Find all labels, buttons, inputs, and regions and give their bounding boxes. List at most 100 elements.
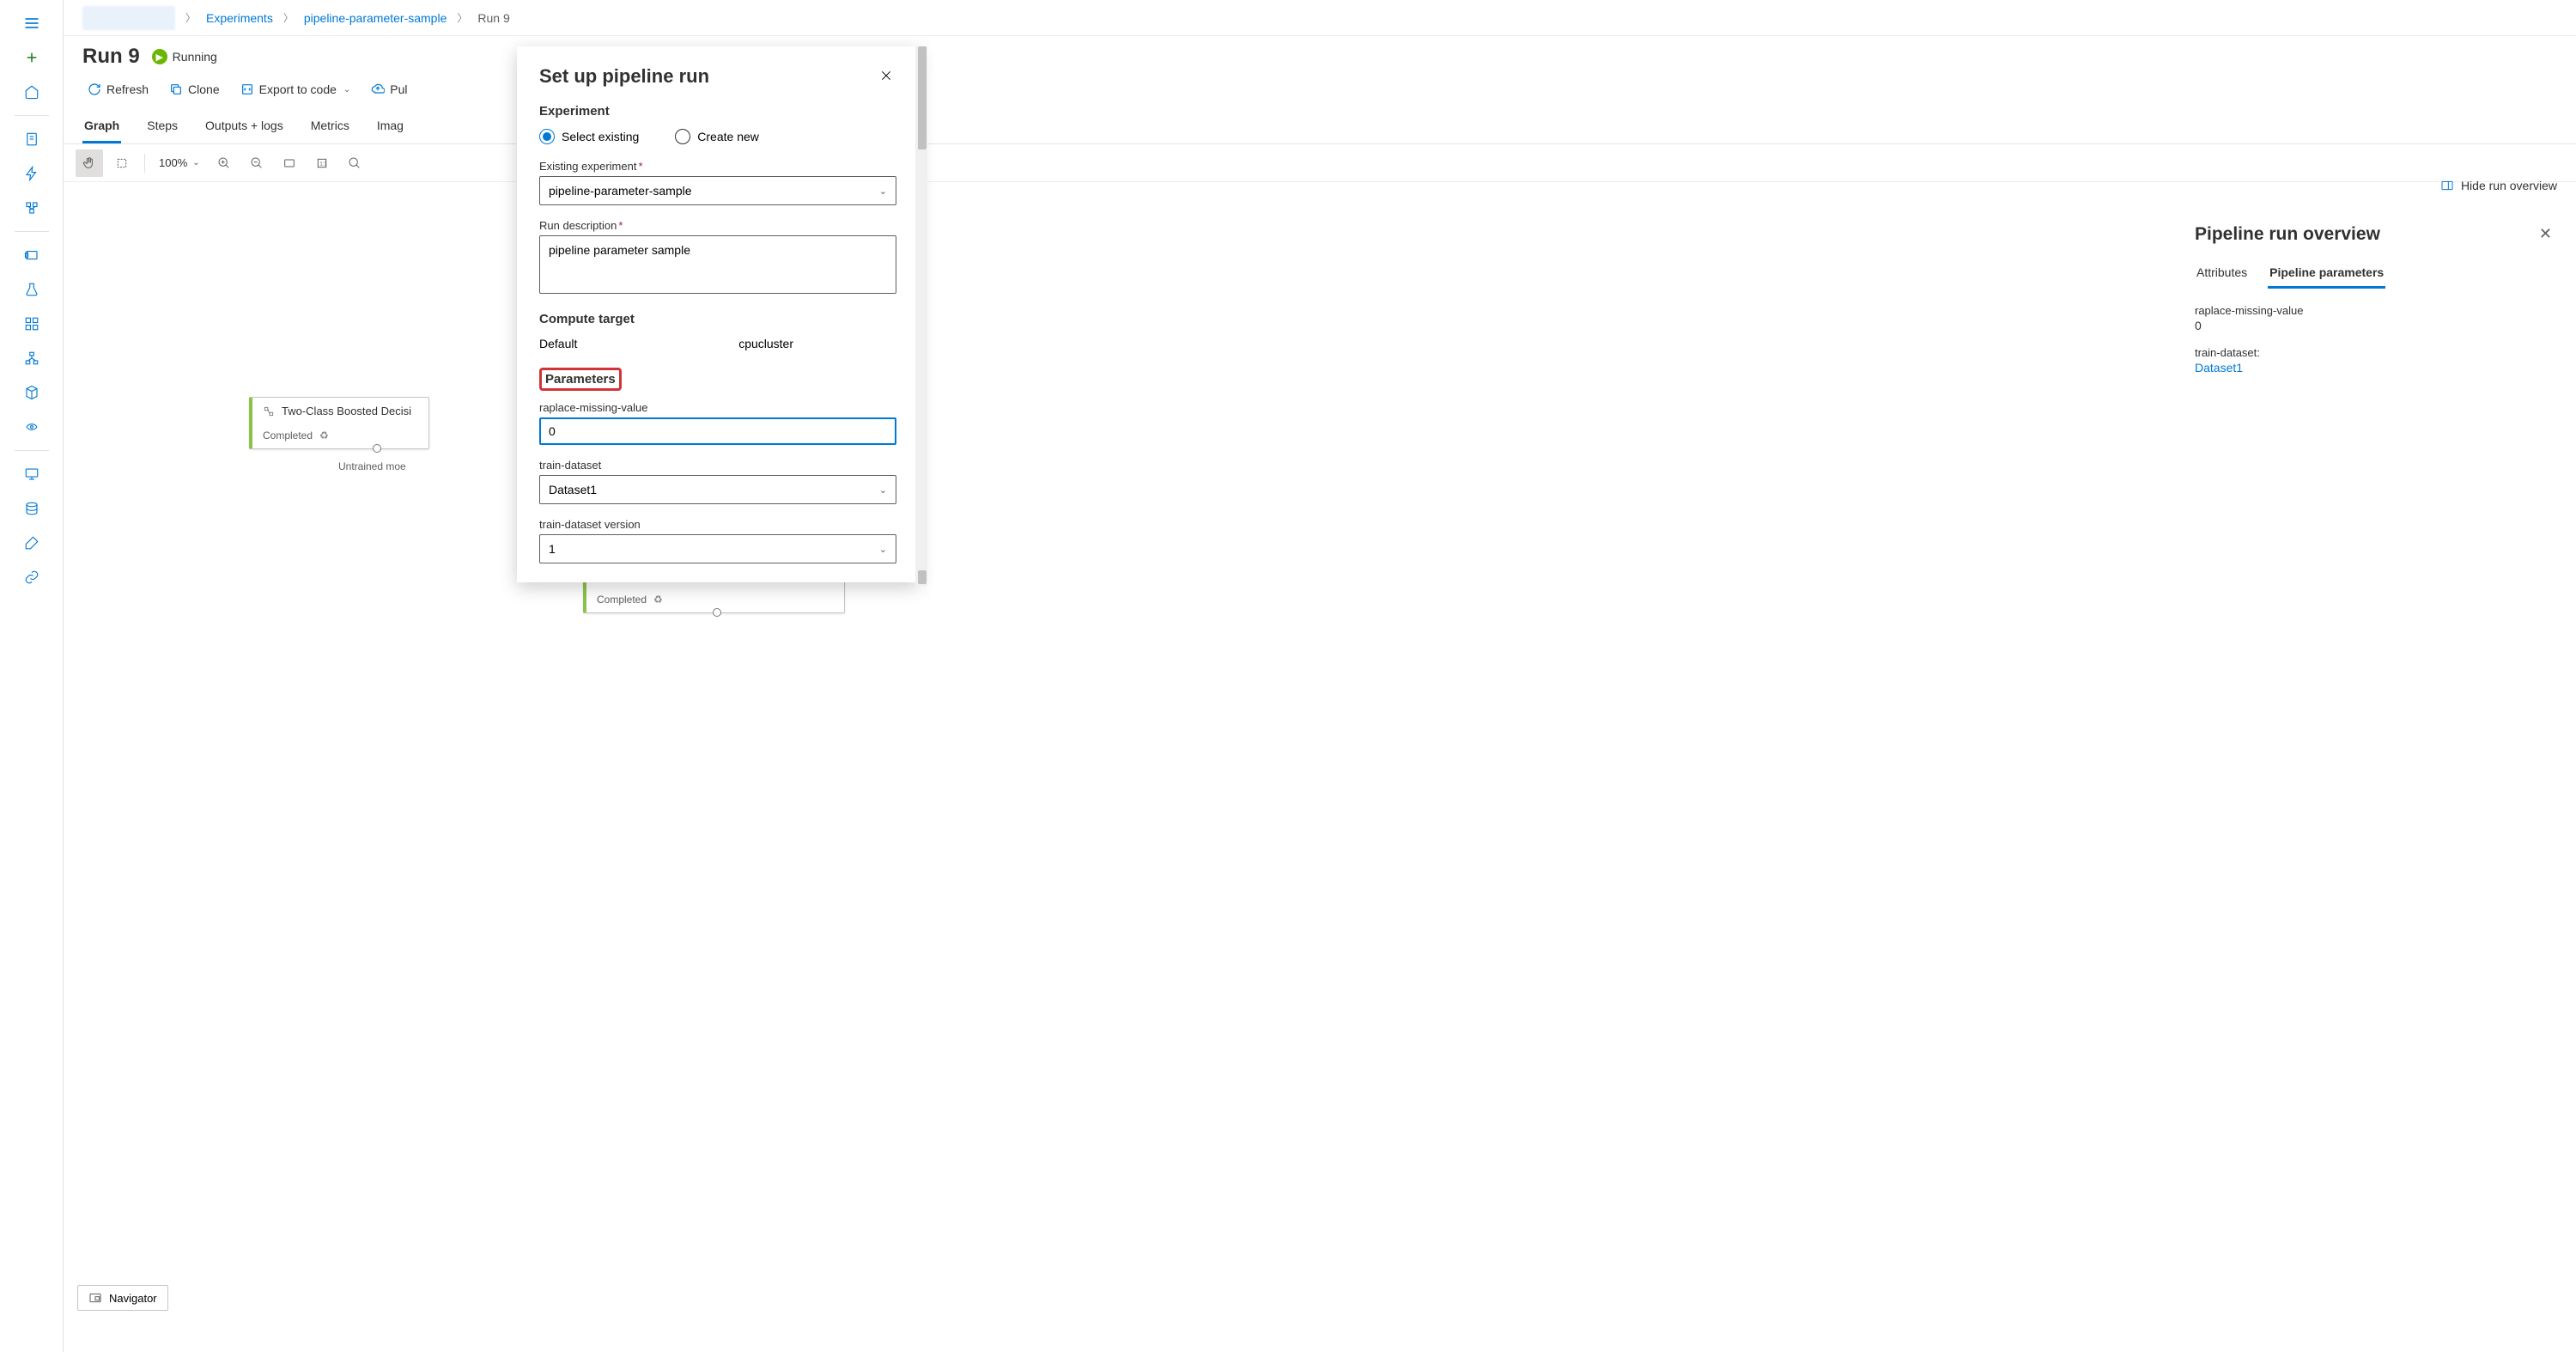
breadcrumb-experiments[interactable]: Experiments <box>206 11 273 25</box>
svg-text:1:1: 1:1 <box>319 161 327 167</box>
action-toolbar: Refresh Clone Export to code ⌄ Pul <box>64 74 2576 110</box>
export-button[interactable]: Export to code ⌄ <box>232 77 360 101</box>
radio-create-new[interactable]: Create new <box>675 129 759 144</box>
publish-button[interactable]: Pul <box>362 77 416 101</box>
param-value: 0 <box>2195 319 2559 332</box>
setup-pipeline-modal: Set up pipeline run Experiment Select ex… <box>517 46 919 582</box>
param-value-link[interactable]: Dataset1 <box>2195 361 2559 375</box>
section-parameters-highlighted: Parameters <box>539 368 622 391</box>
recycle-icon: ♻ <box>653 594 663 606</box>
compute-name: cpucluster <box>738 337 793 350</box>
output-port[interactable] <box>373 444 381 453</box>
param-dataset-label: train-dataset <box>539 459 896 472</box>
tab-pipeline-params[interactable]: Pipeline parameters <box>2268 259 2385 289</box>
search-canvas-icon[interactable] <box>341 149 368 177</box>
module-status-text: Completed <box>597 594 647 606</box>
page-title: Run 9 <box>82 45 140 69</box>
endpoints-icon[interactable] <box>13 411 51 443</box>
add-icon[interactable] <box>13 41 51 74</box>
section-compute: Compute target <box>539 312 896 326</box>
close-modal-button[interactable] <box>876 65 896 88</box>
module-node[interactable]: Two-Class Boosted Decisi Completed ♻ <box>249 397 429 449</box>
automl-icon[interactable] <box>13 157 51 190</box>
param-label: train-dataset: <box>2195 346 2559 359</box>
chevron-down-icon: ⌄ <box>879 484 887 496</box>
pan-tool-icon[interactable] <box>76 149 103 177</box>
modal-title: Set up pipeline run <box>539 65 709 88</box>
title-row: Run 9 ▶ Running <box>64 36 2576 74</box>
section-experiment: Experiment <box>539 104 896 119</box>
chevron-right-icon: 〉 <box>185 10 196 25</box>
chevron-down-icon: ⌄ <box>879 544 887 555</box>
running-icon: ▶ <box>152 49 167 64</box>
tab-images[interactable]: Imag <box>375 110 405 143</box>
models-icon[interactable] <box>13 376 51 409</box>
tab-graph[interactable]: Graph <box>82 110 121 143</box>
description-label: Run description* <box>539 219 896 232</box>
tree-icon[interactable] <box>13 342 51 375</box>
chevron-right-icon: 〉 <box>457 10 467 25</box>
chevron-down-icon: ⌄ <box>192 158 199 167</box>
main-content: 〉 Experiments 〉 pipeline-parameter-sampl… <box>64 0 2576 1352</box>
pipelines-icon[interactable] <box>13 308 51 340</box>
notebooks-icon[interactable] <box>13 123 51 155</box>
labeling-icon[interactable] <box>13 527 51 559</box>
chevron-down-icon: ⌄ <box>343 85 350 94</box>
modal-scrollbar[interactable] <box>915 46 927 586</box>
left-sidebar <box>0 0 64 1352</box>
navigator-toggle[interactable]: Navigator <box>77 1285 168 1311</box>
tab-attributes[interactable]: Attributes <box>2195 259 2249 289</box>
tab-metrics[interactable]: Metrics <box>309 110 351 143</box>
breadcrumb-workspace[interactable] <box>82 6 175 30</box>
breadcrumb-pipeline[interactable]: pipeline-parameter-sample <box>304 11 447 25</box>
module-icon <box>263 405 275 417</box>
panel-title: Pipeline run overview <box>2195 224 2380 245</box>
module-status-text: Completed <box>263 429 313 442</box>
param-version-select[interactable]: 1 ⌄ <box>539 534 896 563</box>
canvas-toolbar: 100% ⌄ 1:1 <box>64 144 2576 182</box>
breadcrumb: 〉 Experiments 〉 pipeline-parameter-sampl… <box>64 0 2576 36</box>
recycle-icon: ♻ <box>319 429 329 442</box>
radio-icon <box>539 129 555 144</box>
existing-experiment-label: Existing experiment* <box>539 160 896 173</box>
breadcrumb-current: Run 9 <box>477 11 509 25</box>
fit-screen-icon[interactable] <box>276 149 303 177</box>
zoom-in-icon[interactable] <box>210 149 238 177</box>
compute-icon[interactable] <box>13 458 51 490</box>
experiments-icon[interactable] <box>13 273 51 306</box>
refresh-button[interactable]: Refresh <box>79 77 157 101</box>
designer-icon[interactable] <box>13 192 51 224</box>
tab-steps[interactable]: Steps <box>145 110 179 143</box>
datastores-icon[interactable] <box>13 492 51 525</box>
param-label: raplace-missing-value <box>2195 304 2559 317</box>
status-text: Running <box>173 50 217 64</box>
chevron-right-icon: 〉 <box>283 10 294 25</box>
link-icon[interactable] <box>13 561 51 594</box>
view-tabs: Graph Steps Outputs + logs Metrics Imag <box>64 110 2576 144</box>
run-overview-panel: Pipeline run overview ✕ Attributes Pipel… <box>2191 204 2562 1352</box>
clone-button[interactable]: Clone <box>161 77 228 101</box>
compute-default-label: Default <box>539 337 577 350</box>
description-textarea[interactable] <box>539 235 896 294</box>
close-panel-button[interactable]: ✕ <box>2536 222 2555 247</box>
port-label: Untrained moe <box>338 460 406 472</box>
zoom-dropdown[interactable]: 100% ⌄ <box>154 156 205 169</box>
output-port[interactable] <box>713 608 721 617</box>
hide-overview-button[interactable]: Hide run overview <box>2440 179 2557 192</box>
existing-experiment-select[interactable]: pipeline-parameter-sample ⌄ <box>539 176 896 205</box>
datasets-icon[interactable] <box>13 239 51 271</box>
home-icon[interactable] <box>13 76 51 108</box>
param-replace-label: raplace-missing-value <box>539 401 896 414</box>
param-replace-input[interactable] <box>539 417 896 445</box>
module-title: Two-Class Boosted Decisi <box>282 405 411 417</box>
param-version-label: train-dataset version <box>539 518 896 531</box>
tab-outputs[interactable]: Outputs + logs <box>204 110 285 143</box>
radio-select-existing[interactable]: Select existing <box>539 129 639 144</box>
radio-icon <box>675 129 690 144</box>
status-badge: ▶ Running <box>152 49 217 64</box>
menu-icon[interactable] <box>13 7 51 40</box>
select-tool-icon[interactable] <box>108 149 136 177</box>
actual-size-icon[interactable]: 1:1 <box>308 149 336 177</box>
zoom-out-icon[interactable] <box>243 149 270 177</box>
param-dataset-select[interactable]: Dataset1 ⌄ <box>539 475 896 504</box>
